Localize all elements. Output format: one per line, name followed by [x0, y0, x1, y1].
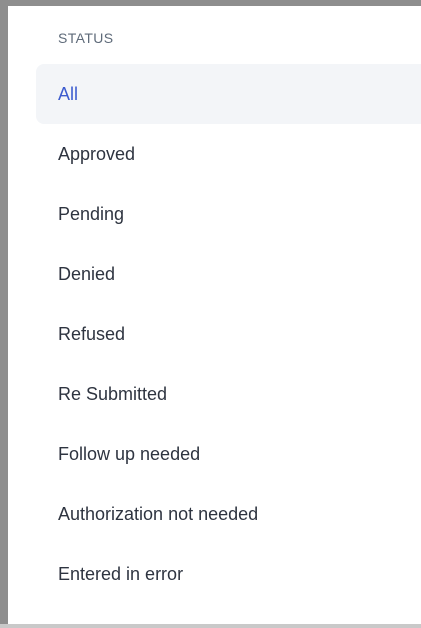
status-option-pending[interactable]: Pending	[36, 184, 421, 244]
status-option-denied[interactable]: Denied	[36, 244, 421, 304]
status-option-label: All	[58, 83, 79, 104]
status-option-entered-in-error[interactable]: Entered in error	[36, 544, 421, 604]
status-option-refused[interactable]: Refused	[36, 304, 421, 364]
status-option-label: Pending	[58, 203, 125, 224]
status-section-header: STATUS	[58, 30, 114, 46]
status-option-approved[interactable]: Approved	[36, 124, 421, 184]
status-option-label: Authorization not needed	[58, 503, 259, 524]
status-option-authorization-not-needed[interactable]: Authorization not needed	[36, 484, 421, 544]
status-option-label: Denied	[58, 263, 116, 284]
status-option-re-submitted[interactable]: Re Submitted	[36, 364, 421, 424]
window-bottom-border	[0, 624, 421, 628]
status-option-label: Refused	[58, 323, 126, 344]
status-option-label: Follow up needed	[58, 443, 201, 464]
status-filter-list: All Approved Pending Denied Refused Re S…	[36, 64, 421, 604]
status-option-label: Approved	[58, 143, 136, 164]
window-left-border	[0, 0, 8, 628]
status-option-follow-up-needed[interactable]: Follow up needed	[36, 424, 421, 484]
status-option-label: Entered in error	[58, 563, 184, 584]
status-option-all[interactable]: All	[36, 64, 421, 124]
status-option-label: Re Submitted	[58, 383, 168, 404]
status-filter-window: STATUS All Approved Pending Denied Refus…	[0, 0, 421, 628]
